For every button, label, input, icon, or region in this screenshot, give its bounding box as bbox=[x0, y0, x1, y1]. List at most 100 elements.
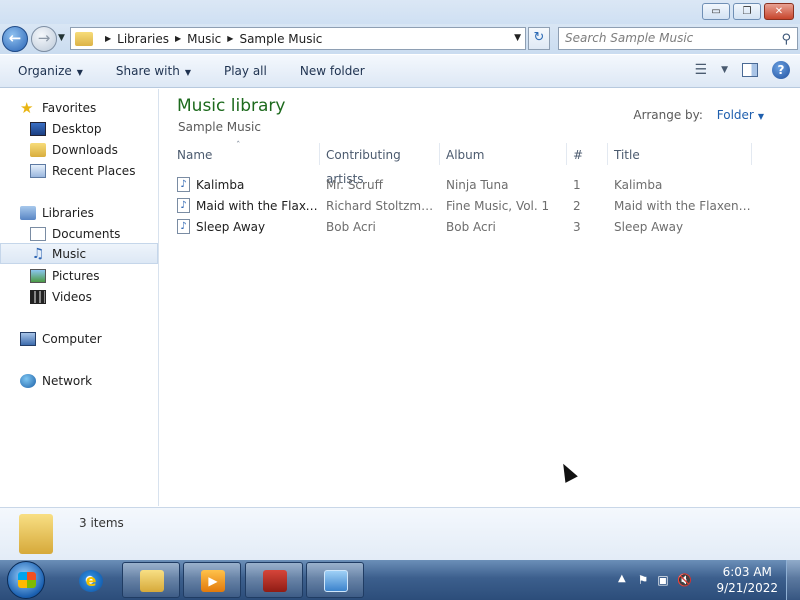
volume-muted-icon[interactable]: 🔇 bbox=[677, 573, 692, 587]
breadcrumb-arrow-icon[interactable]: ▶ bbox=[105, 34, 111, 43]
taskbar-media-player[interactable]: ▶ bbox=[183, 562, 241, 598]
nav-libraries[interactable]: Libraries bbox=[0, 202, 158, 223]
column-header-contributing-artists[interactable]: Contributing artists bbox=[320, 143, 440, 186]
nav-label: Downloads bbox=[52, 142, 118, 157]
nav-label: Music bbox=[52, 246, 87, 261]
file-name-cell: ♪ Kalimba bbox=[171, 177, 320, 192]
libraries-icon bbox=[20, 205, 36, 220]
organize-label: Organize bbox=[18, 64, 72, 78]
toolbox-icon bbox=[263, 570, 287, 592]
clock-time: 6:03 AM bbox=[722, 565, 772, 579]
change-view-icon[interactable]: ☰ bbox=[695, 62, 708, 78]
nav-recent-places[interactable]: Recent Places bbox=[0, 160, 158, 181]
search-placeholder: Search Sample Music bbox=[565, 31, 694, 45]
taskbar-control-panel[interactable] bbox=[306, 562, 364, 598]
column-header-name[interactable]: ˆ Name bbox=[171, 141, 320, 165]
show-hidden-icons-icon[interactable]: ▲ bbox=[618, 573, 626, 584]
system-tray: ▲ ⚑ ▣ 🔇 6:03 AM 9/21/2022 bbox=[610, 560, 800, 600]
nav-label: Desktop bbox=[52, 121, 102, 136]
audio-file-icon: ♪ bbox=[177, 219, 190, 234]
column-header-track-number[interactable]: # bbox=[567, 143, 608, 165]
artist-cell: Bob Acri bbox=[326, 219, 376, 234]
sort-ascending-icon: ˆ bbox=[236, 141, 241, 151]
address-history-dropdown[interactable]: ▼ bbox=[514, 33, 521, 43]
breadcrumb-arrow-icon[interactable]: ▶ bbox=[175, 34, 181, 43]
nav-label: Documents bbox=[52, 226, 121, 241]
taskbar-internet-explorer[interactable]: e bbox=[61, 562, 119, 598]
back-button[interactable]: ← bbox=[2, 26, 28, 52]
nav-label: Recent Places bbox=[52, 163, 136, 178]
table-row[interactable]: ♪ Sleep Away Bob Acri Bob Acri 3 Sleep Aw… bbox=[171, 216, 781, 237]
play-all-button[interactable]: Play all bbox=[206, 64, 282, 78]
title-cell: Sleep Away bbox=[614, 219, 684, 234]
library-subtitle: Sample Music bbox=[178, 120, 261, 134]
address-bar[interactable]: ▶ Libraries ▶ Music ▶ Sample Music ▼ bbox=[70, 27, 526, 50]
track-number-cell: 3 bbox=[573, 219, 581, 234]
view-options-dropdown-icon[interactable]: ▼ bbox=[721, 65, 728, 75]
nav-computer[interactable]: Computer bbox=[0, 328, 158, 349]
table-row[interactable]: ♪ Kalimba Mr. Scruff Ninja Tuna 1 Kalimba bbox=[171, 174, 781, 195]
close-button[interactable]: ✕ bbox=[764, 3, 794, 20]
preview-pane-icon[interactable] bbox=[742, 63, 758, 77]
maximize-button[interactable]: ❐ bbox=[733, 3, 761, 20]
folder-icon bbox=[19, 514, 53, 554]
nav-favorites[interactable]: ★ Favorites bbox=[0, 97, 158, 118]
breadcrumb-sample-music[interactable]: Sample Music bbox=[239, 32, 322, 46]
start-button[interactable] bbox=[7, 561, 45, 599]
music-note-icon: ♫ bbox=[31, 245, 45, 262]
nav-videos[interactable]: Videos bbox=[0, 286, 158, 307]
album-cell: Ninja Tuna bbox=[446, 177, 509, 192]
recent-pages-dropdown[interactable]: ▼ bbox=[58, 33, 65, 43]
column-header-album[interactable]: Album bbox=[440, 143, 567, 165]
taskbar-windows-explorer[interactable] bbox=[122, 562, 180, 598]
nav-documents[interactable]: Documents bbox=[0, 223, 158, 244]
item-count: 3 items bbox=[79, 516, 124, 530]
nav-network[interactable]: Network bbox=[0, 370, 158, 391]
column-label: Name bbox=[177, 148, 213, 162]
track-number-cell: 1 bbox=[573, 177, 581, 192]
nav-downloads[interactable]: Downloads bbox=[0, 139, 158, 160]
share-with-label: Share with bbox=[115, 64, 180, 78]
new-folder-button[interactable]: New folder bbox=[282, 64, 380, 78]
breadcrumb-arrow-icon[interactable]: ▶ bbox=[227, 34, 233, 43]
address-row: ← → ▼ ▶ Libraries ▶ Music ▶ Sample Music… bbox=[0, 24, 800, 54]
arrange-by-value: Folder bbox=[716, 108, 754, 122]
share-with-button[interactable]: Share with ▼ bbox=[98, 64, 206, 78]
internet-explorer-icon: e bbox=[79, 570, 103, 592]
breadcrumb-music[interactable]: Music bbox=[187, 32, 221, 46]
file-name: Maid with the Flaxen Hair bbox=[196, 198, 320, 213]
nav-pictures[interactable]: Pictures bbox=[0, 265, 158, 286]
nav-music[interactable]: ♫ Music bbox=[0, 243, 158, 264]
nav-desktop[interactable]: Desktop bbox=[0, 118, 158, 139]
desktop-icon bbox=[30, 121, 46, 136]
file-list-pane: Music library Sample Music Arrange by: F… bbox=[160, 89, 800, 506]
search-icon[interactable]: ⚲ bbox=[781, 29, 791, 50]
search-input[interactable]: Search Sample Music ⚲ bbox=[558, 27, 798, 50]
arrange-by-dropdown[interactable]: Folder ▼ bbox=[717, 108, 764, 122]
arrange-by: Arrange by: Folder ▼ bbox=[633, 108, 764, 122]
table-row[interactable]: ♪ Maid with the Flaxen Hair Richard Stolt… bbox=[171, 195, 781, 216]
nav-label: Pictures bbox=[52, 268, 100, 283]
help-icon[interactable]: ? bbox=[772, 61, 790, 79]
show-desktop-button[interactable] bbox=[786, 560, 800, 600]
arrange-by-label: Arrange by: bbox=[633, 108, 703, 122]
control-panel-icon bbox=[324, 570, 348, 592]
window-titlebar: ▭ ❐ ✕ bbox=[0, 0, 800, 24]
pictures-icon bbox=[30, 268, 46, 283]
chevron-down-icon: ▼ bbox=[184, 68, 191, 77]
nav-label: Libraries bbox=[42, 205, 94, 220]
computer-icon bbox=[20, 331, 36, 346]
breadcrumb-libraries[interactable]: Libraries bbox=[117, 32, 169, 46]
network-status-icon[interactable]: ▣ bbox=[656, 573, 670, 587]
documents-icon bbox=[30, 226, 46, 241]
refresh-button[interactable]: ↻ bbox=[528, 27, 550, 50]
taskbar-toolbox-app[interactable] bbox=[245, 562, 303, 598]
forward-button[interactable]: → bbox=[31, 26, 57, 52]
minimize-button[interactable]: ▭ bbox=[702, 3, 730, 20]
organize-button[interactable]: Organize ▼ bbox=[0, 64, 98, 78]
clock-date: 9/21/2022 bbox=[716, 581, 778, 595]
clock[interactable]: 6:03 AM 9/21/2022 bbox=[716, 564, 778, 596]
action-center-flag-icon[interactable]: ⚑ bbox=[636, 573, 650, 587]
column-header-title[interactable]: Title bbox=[608, 143, 752, 165]
nav-label: Videos bbox=[52, 289, 92, 304]
